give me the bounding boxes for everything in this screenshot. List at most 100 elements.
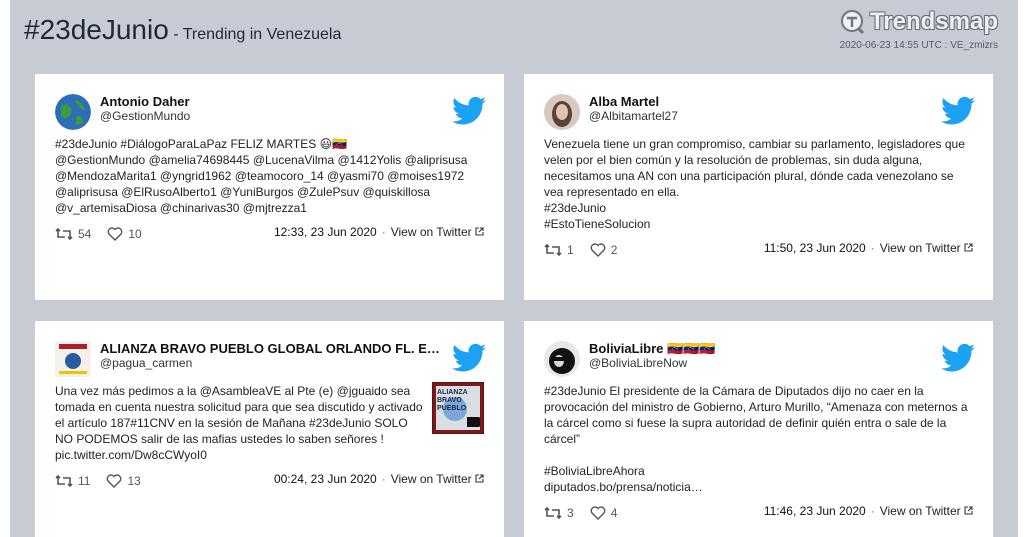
author-name[interactable]: Antonio Daher	[100, 94, 190, 109]
tweet-line: @GestionMundo @amelia74698445 @LucenaVil…	[55, 153, 468, 167]
retweet-icon	[55, 228, 73, 240]
tweet-line: vea representado en ella.	[544, 185, 680, 199]
twitter-bird-icon[interactable]	[452, 343, 486, 373]
tweet-card: BoliviaLibre 🇻🇪🇻🇪🇻🇪 @BoliviaLibreNow #23…	[524, 321, 993, 537]
twitter-bird-icon[interactable]	[452, 96, 486, 126]
author-handle[interactable]: @BoliviaLibreNow	[589, 356, 687, 370]
like-action[interactable]: 2	[590, 243, 618, 257]
view-on-twitter-link[interactable]: View on Twitter	[880, 504, 961, 518]
tweet-link[interactable]: pic.twitter.com/Dw8cCWyoI0	[55, 447, 423, 463]
tweet-body: Venezuela tiene un gran compromiso, camb…	[544, 136, 965, 232]
view-on-twitter-link[interactable]: View on Twitter	[880, 241, 961, 255]
timestamp-meta: 2020-06-23 14:55 UTC : VE_zmizrs	[839, 40, 998, 51]
avatar[interactable]	[544, 94, 580, 130]
like-count: 13	[127, 474, 141, 488]
heart-icon	[590, 506, 606, 520]
tweet-time[interactable]: 11:46, 23 Jun 2020	[764, 504, 866, 518]
tweet-actions: 1 2	[544, 243, 633, 257]
like-count: 2	[610, 243, 618, 257]
tweet-line: velen por el bien común y la resolución …	[544, 153, 923, 167]
avatar[interactable]	[55, 341, 91, 377]
page-frame: #23deJunio - Trending in Venezuela Trend…	[10, 0, 1018, 537]
author-name[interactable]: BoliviaLibre 🇻🇪🇻🇪🇻🇪	[589, 341, 716, 357]
external-link-icon[interactable]	[964, 243, 973, 252]
trendsmap-logo-text: Trendsmap	[869, 8, 998, 35]
view-on-twitter-link[interactable]: View on Twitter	[391, 225, 472, 239]
author-name[interactable]: ALIANZA BRAVO PUEBLO GLOBAL ORLANDO FL. …	[100, 341, 440, 356]
twitter-bird-icon[interactable]	[941, 343, 975, 373]
tweet-line: tomada en cuenta nuestra solicitud para …	[55, 400, 423, 414]
tweet-line: necesitamos una AN con una participación…	[544, 169, 954, 183]
tweet-meta: 12:33, 23 Jun 2020 · View on Twitter	[274, 225, 484, 239]
tweet-link[interactable]: diputados.bo/prensa/noticia…	[544, 479, 968, 495]
heart-icon	[107, 227, 123, 241]
profile-photo-avatar	[544, 341, 580, 377]
hashtag-title: #23deJunio	[24, 14, 169, 45]
tweet-body: #23deJunio El presidente de la Cámara de…	[544, 383, 968, 495]
retweet-count: 1	[567, 243, 574, 257]
tweet-body: #23deJunio #DiálogoParaLaPaz FELIZ MARTE…	[55, 136, 467, 216]
avatar[interactable]	[55, 94, 91, 130]
separator-dot: ·	[381, 472, 386, 486]
tweet-line: provocación del ministro de Gobierno, Ar…	[544, 400, 968, 414]
page-title: #23deJunio - Trending in Venezuela	[24, 14, 341, 46]
tweet-time[interactable]: 11:50, 23 Jun 2020	[764, 241, 866, 255]
retweet-icon	[544, 244, 562, 256]
separator-dot: ·	[870, 241, 875, 255]
avatar[interactable]	[544, 341, 580, 377]
author-handle[interactable]: @pagua_carmen	[100, 356, 192, 370]
author-handle[interactable]: @Albitamartel27	[589, 109, 678, 123]
author-name[interactable]: Alba Martel	[589, 94, 659, 109]
tweet-body: Una vez más pedimos a la @AsambleaVE al …	[55, 383, 423, 463]
separator-dot: ·	[381, 225, 386, 239]
tweet-line: Una vez más pedimos a la @AsambleaVE al …	[55, 384, 411, 398]
media-thumbnail[interactable]: ALIANZA BRAVO PUEBLO GLOBAL	[432, 382, 484, 434]
globe-avatar-image	[55, 94, 91, 130]
tweet-line: cárcel”	[544, 432, 581, 446]
retweet-action[interactable]: 3	[544, 506, 574, 520]
tweet-line: NO PODEMOS salir de las mafias ustedes l…	[55, 432, 384, 446]
retweet-action[interactable]: 1	[544, 243, 574, 257]
trendsmap-logo[interactable]: Trendsmap	[840, 8, 998, 36]
like-count: 10	[128, 227, 142, 241]
separator-dot: ·	[870, 504, 875, 518]
tweet-line: la cárcel como si fuese la supra autorid…	[544, 416, 947, 430]
tweet-card: ALIANZA BRAVO PUEBLO GLOBAL ORLANDO FL. …	[35, 321, 504, 537]
view-on-twitter-link[interactable]: View on Twitter	[391, 472, 472, 486]
retweet-icon	[544, 507, 562, 519]
tweet-meta: 11:46, 23 Jun 2020 · View on Twitter	[764, 504, 973, 518]
retweet-count: 11	[78, 474, 91, 488]
retweet-icon	[55, 475, 73, 487]
like-action[interactable]: 13	[106, 474, 141, 488]
retweet-count: 54	[78, 227, 92, 241]
alliance-logo-avatar	[55, 341, 91, 377]
author-handle[interactable]: @GestionMundo	[100, 109, 190, 123]
like-count: 4	[610, 506, 618, 520]
external-link-icon[interactable]	[964, 506, 973, 515]
tweet-meta: 00:24, 23 Jun 2020 · View on Twitter	[274, 472, 484, 486]
tweet-line: #23deJunio El presidente de la Cámara de…	[544, 384, 924, 398]
tweet-time[interactable]: 00:24, 23 Jun 2020	[274, 472, 377, 486]
tweet-line: #BoliviaLibreAhora	[544, 464, 645, 478]
trending-subtitle: - Trending in Venezuela	[168, 26, 342, 43]
external-link-icon[interactable]	[475, 227, 484, 236]
retweet-action[interactable]: 11	[55, 474, 90, 488]
tweet-line: Venezuela tiene un gran compromiso, camb…	[544, 137, 965, 151]
like-action[interactable]: 10	[107, 227, 142, 241]
tweet-time[interactable]: 12:33, 23 Jun 2020	[274, 225, 377, 239]
thumbnail-caption: ALIANZA BRAVO PUEBLO GLOBAL	[437, 389, 468, 412]
tweet-actions: 11 13	[55, 474, 157, 488]
twitter-bird-icon[interactable]	[941, 96, 975, 126]
tweet-line: #23deJunio	[544, 201, 607, 215]
tweet-card: Alba Martel @Albitamartel27 Venezuela ti…	[524, 74, 993, 300]
tweet-line: @aliprisusa @ElRusoAlberto1 @YuniBurgos …	[55, 185, 431, 199]
tweet-line: el artículo 187#11CNV en la sesión de Ma…	[55, 416, 408, 430]
external-link-icon[interactable]	[475, 474, 484, 483]
like-action[interactable]: 4	[590, 506, 618, 520]
tweet-line: @v_artemisaDiosa @chinarivas30 @mjtrezza…	[55, 201, 307, 215]
tweet-card: Antonio Daher @GestionMundo #23deJunio #…	[35, 74, 504, 300]
retweet-action[interactable]: 54	[55, 227, 91, 241]
tweet-line: @MendozaMarita1 @yngrid1962 @teamocoro_1…	[55, 169, 465, 183]
tweet-actions: 54 10	[55, 227, 158, 241]
heart-icon	[590, 243, 606, 257]
